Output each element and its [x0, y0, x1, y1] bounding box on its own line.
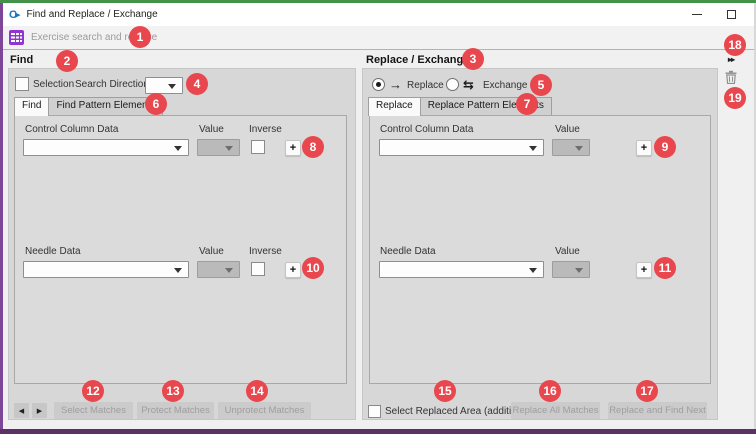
annotation-badge-13: 13 — [162, 380, 184, 402]
selection-label: Selection — [33, 79, 74, 90]
needle-data-label: Needle Data — [380, 246, 436, 257]
app-icon: C▸ — [9, 8, 18, 21]
previous-icon: ◀ — [19, 407, 24, 415]
find-control-value-dropdown[interactable] — [197, 139, 240, 156]
needle-data-label: Needle Data — [25, 246, 81, 257]
minimize-button[interactable] — [682, 3, 712, 26]
delete-button[interactable] — [723, 69, 739, 85]
tab-replace[interactable]: Replace — [368, 97, 421, 116]
replace-panel: → Replace ⇆ Exchange Replace Replace Pat… — [362, 68, 718, 420]
find-section-header: Find — [10, 54, 33, 66]
find-needle-value-dropdown[interactable] — [197, 261, 240, 278]
annotation-badge-17: 17 — [636, 380, 658, 402]
window-border-left — [0, 3, 3, 434]
annotation-badge-10: 10 — [302, 257, 324, 279]
select-replaced-area-label: Select Replaced Area (additive) — [385, 406, 525, 417]
find-control-inverse-checkbox[interactable] — [251, 140, 265, 154]
next-icon: ▶ — [37, 407, 42, 415]
replace-control-column-dropdown[interactable] — [379, 139, 544, 156]
replace-and-find-next-button[interactable]: Replace and Find Next — [608, 402, 707, 419]
selection-checkbox[interactable] — [15, 77, 29, 91]
toolbar: Exercise search and replace — [3, 26, 754, 50]
unprotect-matches-button[interactable]: Unprotect Matches — [218, 402, 311, 419]
exchange-radio-label: Exchange — [483, 80, 527, 91]
inverse-label: Inverse — [249, 124, 282, 135]
exchange-radio[interactable] — [446, 78, 459, 91]
value-label: Value — [555, 124, 580, 135]
annotation-badge-7: 7 — [516, 93, 538, 115]
annotation-badge-14: 14 — [246, 380, 268, 402]
trash-icon — [725, 70, 737, 84]
find-needle-dropdown[interactable] — [23, 261, 189, 278]
select-matches-button[interactable]: Select Matches — [54, 402, 133, 419]
maximize-button[interactable] — [716, 3, 746, 26]
window-border-bottom — [0, 429, 756, 434]
tab-find[interactable]: Find — [14, 97, 49, 116]
annotation-badge-4: 4 — [186, 73, 208, 95]
annotation-badge-1: 1 — [129, 26, 151, 48]
window-title: Find and Replace / Exchange — [26, 9, 157, 20]
find-control-add-button[interactable]: + — [285, 140, 301, 156]
find-tabbar: Find Find Pattern Elements — [14, 97, 162, 116]
exchange-arrows-icon: ⇆ — [463, 78, 474, 91]
annotation-badge-5: 5 — [530, 74, 552, 96]
find-control-column-dropdown[interactable] — [23, 139, 189, 156]
find-tab-page: Control Column Data Value Inverse + Need… — [14, 115, 347, 384]
exercise-table-icon — [9, 30, 24, 45]
annotation-badge-15: 15 — [434, 380, 456, 402]
replace-needle-value-dropdown[interactable] — [552, 261, 590, 278]
annotation-badge-19: 19 — [724, 87, 746, 109]
titlebar: C▸ Find and Replace / Exchange — [3, 3, 754, 26]
maximize-icon — [727, 10, 736, 19]
minimize-icon — [692, 14, 702, 15]
annotation-badge-6: 6 — [145, 93, 167, 115]
previous-match-button[interactable]: ◀ — [14, 403, 29, 418]
find-panel: Selection Search Direction Find Find Pat… — [8, 68, 356, 420]
value-label: Value — [555, 246, 580, 257]
find-replace-window: C▸ Find and Replace / Exchange Exercise … — [0, 0, 756, 434]
annotation-badge-3: 3 — [462, 48, 484, 70]
annotation-badge-2: 2 — [56, 50, 78, 72]
select-replaced-area-checkbox[interactable] — [368, 405, 381, 418]
annotation-badge-8: 8 — [302, 136, 324, 158]
inverse-label: Inverse — [249, 246, 282, 257]
control-column-data-label: Control Column Data — [25, 124, 118, 135]
replace-control-add-button[interactable]: + — [636, 140, 652, 156]
annotation-badge-16: 16 — [539, 380, 561, 402]
replace-radio[interactable] — [372, 78, 385, 91]
protect-matches-button[interactable]: Protect Matches — [137, 402, 214, 419]
next-match-button[interactable]: ▶ — [32, 403, 47, 418]
window-border-top — [0, 0, 756, 3]
annotation-badge-9: 9 — [654, 136, 676, 158]
search-direction-dropdown[interactable] — [145, 77, 183, 94]
annotation-badge-18: 18 — [724, 34, 746, 56]
control-column-data-label: Control Column Data — [380, 124, 473, 135]
value-label: Value — [199, 124, 224, 135]
replace-control-value-dropdown[interactable] — [552, 139, 590, 156]
annotation-badge-12: 12 — [82, 380, 104, 402]
value-label: Value — [199, 246, 224, 257]
replace-needle-dropdown[interactable] — [379, 261, 544, 278]
annotation-badge-11: 11 — [654, 257, 676, 279]
replace-needle-add-button[interactable]: + — [636, 262, 652, 278]
replace-arrow-icon: → — [389, 78, 402, 91]
find-needle-inverse-checkbox[interactable] — [251, 262, 265, 276]
replace-radio-label: Replace — [407, 80, 444, 91]
find-needle-add-button[interactable]: + — [285, 262, 301, 278]
replace-all-matches-button[interactable]: Replace All Matches — [511, 402, 600, 419]
search-direction-label: Search Direction — [75, 79, 149, 90]
replace-section-header: Replace / Exchange — [366, 54, 469, 66]
